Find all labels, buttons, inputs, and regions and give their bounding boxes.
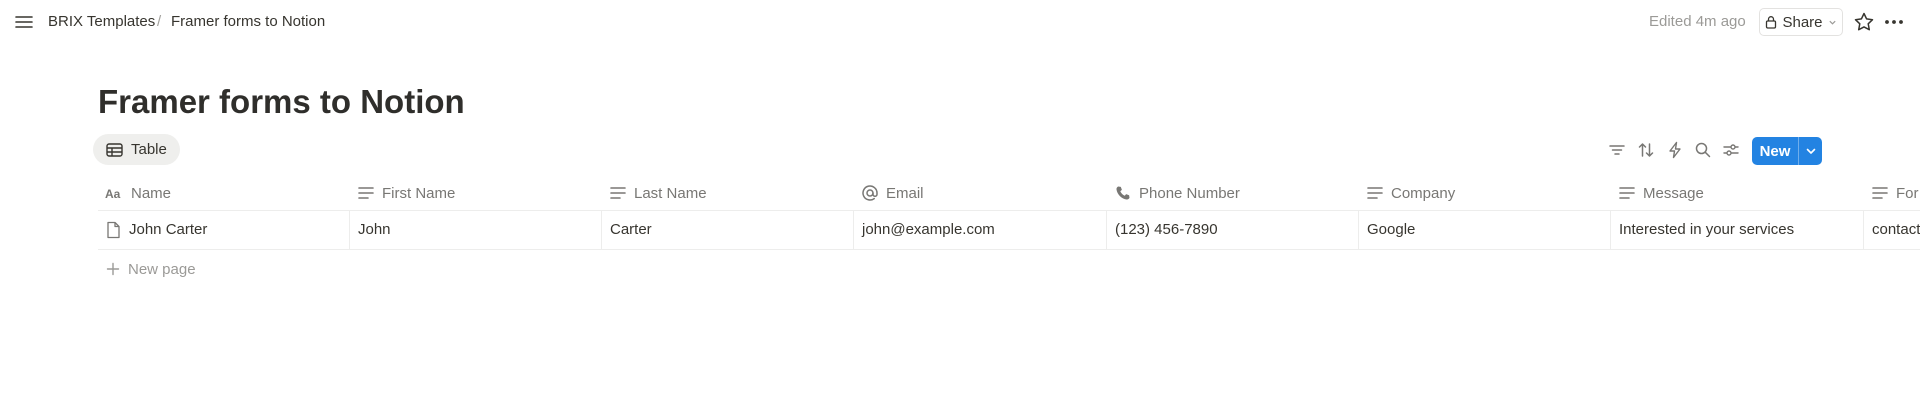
column-header-label: Message bbox=[1643, 184, 1704, 202]
column-header-email[interactable]: Email bbox=[862, 178, 924, 208]
page-icon bbox=[107, 221, 120, 239]
edited-status: Edited 4m ago bbox=[1649, 13, 1746, 30]
column-header-label: First Name bbox=[382, 184, 456, 202]
chevron-down-icon bbox=[1806, 148, 1815, 154]
breadcrumb-workspace[interactable]: BRIX Templates bbox=[48, 12, 155, 32]
phone-icon bbox=[1116, 186, 1130, 200]
column-header-label: For bbox=[1896, 184, 1919, 202]
text-property-icon bbox=[358, 187, 374, 199]
more-horizontal-icon[interactable] bbox=[1881, 11, 1907, 33]
new-options-button[interactable] bbox=[1799, 145, 1822, 157]
column-header-phone-number[interactable]: Phone Number bbox=[1115, 178, 1240, 208]
row-divider bbox=[98, 249, 1920, 250]
top-bar: BRIX Templates / Framer forms to Notion … bbox=[0, 0, 1920, 44]
cell-first-name[interactable]: John bbox=[358, 218, 391, 242]
column-header-message[interactable]: Message bbox=[1619, 178, 1704, 208]
new-page-button[interactable]: New page bbox=[106, 258, 196, 280]
sliders-icon[interactable] bbox=[1721, 140, 1741, 160]
lightning-icon[interactable] bbox=[1665, 140, 1685, 160]
cell-last-name[interactable]: Carter bbox=[610, 218, 652, 242]
star-icon[interactable] bbox=[1853, 11, 1875, 33]
column-header-label: Email bbox=[886, 184, 924, 202]
column-header-label: Last Name bbox=[634, 184, 707, 202]
chevron-down-icon bbox=[1828, 20, 1836, 25]
at-sign-icon bbox=[862, 185, 878, 201]
sort-icon[interactable] bbox=[1636, 140, 1656, 160]
cell-name[interactable]: John Carter bbox=[129, 218, 207, 242]
breadcrumb-separator: / bbox=[157, 13, 162, 30]
svg-text:Aa: Aa bbox=[105, 187, 121, 199]
text-property-icon bbox=[1619, 187, 1635, 199]
column-header-company[interactable]: Company bbox=[1367, 178, 1455, 208]
lock-icon bbox=[1766, 16, 1777, 29]
cell-form[interactable]: contact bbox=[1872, 218, 1920, 242]
column-header-label: Company bbox=[1391, 184, 1456, 202]
page-title[interactable]: Framer forms to Notion bbox=[98, 80, 465, 124]
cell-phone-number[interactable]: (123) 456-7890 bbox=[1115, 218, 1218, 242]
column-header-first-name[interactable]: First Name bbox=[358, 178, 455, 208]
column-header-form[interactable]: For bbox=[1872, 178, 1919, 208]
view-tab-label: Table bbox=[131, 141, 167, 158]
search-icon[interactable] bbox=[1693, 140, 1713, 160]
column-header-label: Name bbox=[131, 184, 172, 202]
cell-company[interactable]: Google bbox=[1367, 218, 1415, 242]
column-header-last-name[interactable]: Last Name bbox=[610, 178, 707, 208]
share-label: Share bbox=[1782, 13, 1823, 31]
cell-email[interactable]: john@example.com bbox=[862, 218, 995, 242]
text-property-icon bbox=[1872, 187, 1888, 199]
view-tab-table[interactable]: Table bbox=[93, 134, 180, 165]
text-property-icon bbox=[1367, 187, 1383, 199]
hamburger-icon[interactable] bbox=[14, 12, 34, 32]
filter-icon[interactable] bbox=[1607, 140, 1627, 160]
cell-message[interactable]: Interested in your services bbox=[1619, 218, 1794, 242]
column-header-label: Phone Number bbox=[1139, 184, 1240, 202]
share-button[interactable]: Share bbox=[1759, 8, 1843, 36]
new-button-label: New bbox=[1759, 142, 1791, 160]
table-icon bbox=[106, 142, 123, 157]
breadcrumb-page[interactable]: Framer forms to Notion bbox=[171, 12, 325, 32]
text-property-icon bbox=[610, 187, 626, 199]
new-button[interactable]: New bbox=[1752, 137, 1822, 165]
new-page-label: New page bbox=[128, 260, 196, 278]
title-property-icon: Aa bbox=[105, 187, 121, 199]
plus-icon bbox=[106, 262, 120, 276]
column-header-name[interactable]: Aa Name bbox=[105, 178, 171, 208]
